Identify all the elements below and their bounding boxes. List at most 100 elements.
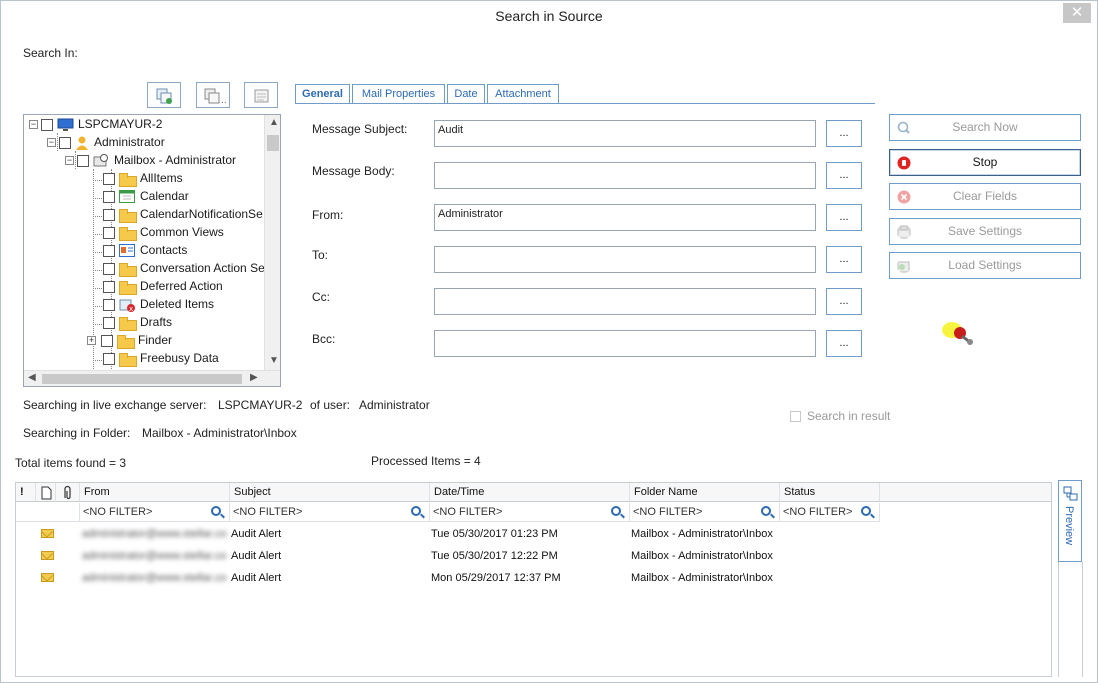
body-browse-button[interactable]: ... [826,162,862,189]
tree-node-deferred-action[interactable]: Deferred Action [93,279,223,297]
from-column-header[interactable]: From [80,483,230,502]
scroll-down-icon[interactable]: ▼ [269,355,279,366]
table-row[interactable]: administrator@www.stellar.com Audit Aler… [16,567,1051,589]
tree-node-computer[interactable]: − LSPCMAYUR-2 [29,117,162,135]
checkbox[interactable] [41,118,53,131]
tree-node-allitems[interactable]: AllItems [93,171,183,189]
checkbox[interactable] [103,262,115,275]
scroll-thumb[interactable] [42,374,242,384]
to-input[interactable] [434,246,816,273]
tree-node-common-views[interactable]: Common Views [93,225,224,243]
user-icon [76,136,88,150]
cc-input[interactable] [434,288,816,315]
tree-node-calendar-notification[interactable]: CalendarNotificationSe [93,207,263,225]
collapse-icon[interactable]: − [47,138,56,148]
tab-attachment[interactable]: Attachment [487,84,559,104]
row-folder: Mailbox - Administrator\Inbox [631,550,773,562]
message-body-input[interactable] [434,162,816,189]
tree-horizontal-scrollbar[interactable]: ◀ ▶ [24,370,280,386]
close-button[interactable]: ✕ [1063,3,1091,23]
checkbox[interactable] [103,244,115,257]
table-row[interactable]: administrator@www.stellar.com Audit Aler… [16,523,1051,545]
subject-column-header[interactable]: Subject [230,483,430,502]
collapse-icon[interactable]: − [29,120,38,130]
tree-node-mailbox[interactable]: − Mailbox - Administrator [65,153,236,171]
tree-node-label: AllItems [140,171,183,185]
checkbox[interactable] [59,136,71,149]
clear-fields-button[interactable]: Clear Fields [889,183,1081,210]
checkbox[interactable] [103,190,115,203]
tree-node-conversation-action[interactable]: Conversation Action Se [93,261,264,279]
search-in-result-checkbox-row[interactable]: Search in result [790,409,890,423]
search-now-button[interactable]: Search Now [889,114,1081,141]
subject-filter[interactable]: <NO FILTER> [230,503,430,522]
deselect-all-button[interactable]: .. [196,82,230,108]
expand-icon[interactable]: + [87,336,96,346]
calendar-icon [119,190,135,204]
subject-browse-button[interactable]: ... [826,120,862,147]
properties-button[interactable] [244,82,278,108]
folder-tree[interactable]: − LSPCMAYUR-2 − Administrator − Mailbox - A… [23,114,281,387]
filter-search-icon[interactable] [211,506,221,516]
cc-browse-button[interactable]: ... [826,288,862,315]
load-settings-button[interactable]: Load Settings [889,252,1081,279]
tree-node-drafts[interactable]: Drafts [93,315,173,333]
checkbox[interactable] [103,172,115,185]
preview-tab[interactable]: Preview [1058,480,1082,562]
checkbox[interactable] [101,334,113,347]
checkbox[interactable] [103,208,115,221]
from-browse-button[interactable]: ... [826,204,862,231]
stop-button[interactable]: Stop [889,149,1081,176]
checkbox[interactable] [103,316,115,329]
folder-icon [119,352,137,367]
datetime-column-header[interactable]: Date/Time [430,483,630,502]
from-input[interactable]: Administrator [434,204,816,231]
datetime-filter[interactable]: <NO FILTER> [430,503,630,522]
folder-name-column-header[interactable]: Folder Name [630,483,780,502]
scroll-right-icon[interactable]: ▶ [250,372,258,383]
save-settings-button[interactable]: Save Settings [889,218,1081,245]
message-subject-input[interactable]: Audit [434,120,816,147]
tab-date[interactable]: Date [447,84,485,104]
checkbox[interactable] [103,298,115,311]
tree-node-user[interactable]: − Administrator [47,135,165,153]
tree-vertical-scrollbar[interactable]: ▲ ▼ [264,115,280,370]
select-all-button[interactable] [147,82,181,108]
tree-node-finder[interactable]: + Finder [87,333,172,351]
type-column-header[interactable] [36,483,56,502]
scroll-left-icon[interactable]: ◀ [28,372,36,383]
filter-search-icon[interactable] [761,506,771,516]
scroll-thumb[interactable] [267,135,279,151]
bcc-input[interactable] [434,330,816,357]
importance-column-header[interactable]: ! [16,483,36,502]
total-items-found: Total items found = 3 [15,456,127,470]
tree-node-deleted-items[interactable]: x Deleted Items [93,297,214,315]
folder-filter[interactable]: <NO FILTER> [630,503,780,522]
tree-node-contacts[interactable]: Contacts [93,243,187,261]
scroll-up-icon[interactable]: ▲ [269,117,279,128]
status-filter[interactable]: <NO FILTER> [780,503,880,522]
tree-node-calendar[interactable]: Calendar [93,189,189,207]
tab-mail-properties[interactable]: Mail Properties [352,84,445,104]
checkbox[interactable] [77,154,89,167]
to-browse-button[interactable]: ... [826,246,862,273]
bcc-browse-button[interactable]: ... [826,330,862,357]
filter-cell-empty [16,503,80,522]
checkbox[interactable] [103,352,115,365]
checkbox[interactable] [103,280,115,293]
filter-search-icon[interactable] [861,506,871,516]
row-folder: Mailbox - Administrator\Inbox [631,572,773,584]
filter-search-icon[interactable] [611,506,621,516]
collapse-icon[interactable]: − [65,156,74,166]
tree-node-label: Drafts [140,315,173,329]
from-filter[interactable]: <NO FILTER> [80,503,230,522]
filter-search-icon[interactable] [411,506,421,516]
status-column-header[interactable]: Status [780,483,880,502]
attachment-column-header[interactable] [56,483,80,502]
preview-panel-edge [1058,562,1083,677]
table-row[interactable]: administrator@www.stellar.com Audit Aler… [16,545,1051,567]
checkbox[interactable] [103,226,115,239]
tree-node-freebusy[interactable]: Freebusy Data [93,351,219,369]
search-in-result-checkbox[interactable] [790,411,801,423]
tab-general[interactable]: General [295,84,350,104]
